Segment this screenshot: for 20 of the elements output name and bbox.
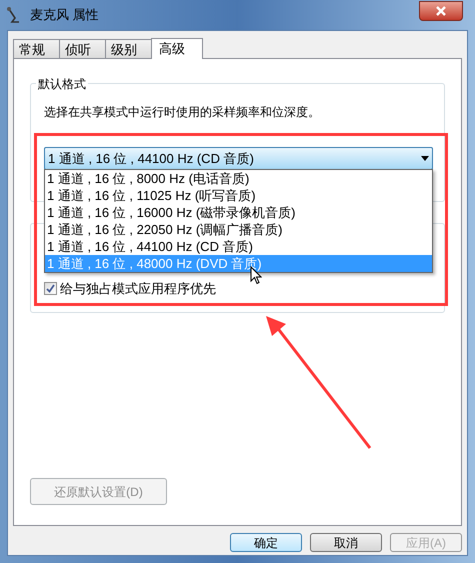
format-dropdown[interactable]: 1 通道 , 16 位 , 44100 Hz (CD 音质): [44, 147, 433, 170]
group-title: 默认格式: [36, 75, 88, 93]
caret-icon: [421, 156, 429, 161]
dropdown-option[interactable]: 1 通道 , 16 位 , 44100 Hz (CD 音质): [45, 238, 432, 255]
dropdown-option[interactable]: 1 通道 , 16 位 , 22050 Hz (调幅广播音质): [45, 221, 432, 238]
tab[interactable]: 高级: [151, 38, 203, 59]
dropdown-option[interactable]: 1 通道 , 16 位 , 16000 Hz (磁带录像机音质): [45, 204, 432, 221]
checkbox[interactable]: [44, 282, 57, 295]
description: 选择在共享模式中运行时使用的采样频率和位深度。: [44, 104, 321, 121]
close-button[interactable]: [419, 1, 463, 21]
dialog-button[interactable]: 确定: [230, 533, 302, 552]
window-title: 麦克风 属性: [30, 6, 99, 24]
tab[interactable]: 常规: [13, 39, 60, 58]
dropdown-option[interactable]: 1 通道 , 16 位 , 8000 Hz (电话音质): [45, 170, 432, 187]
tab[interactable]: 级别: [105, 39, 152, 58]
dropdown-option[interactable]: 1 通道 , 16 位 , 11025 Hz (听写音质): [45, 187, 432, 204]
checkbox-label: 给与独占模式应用程序优先: [60, 280, 216, 298]
tab[interactable]: 侦听: [59, 39, 106, 58]
close-icon: [436, 6, 446, 16]
dialog-button[interactable]: 取消: [310, 533, 382, 552]
